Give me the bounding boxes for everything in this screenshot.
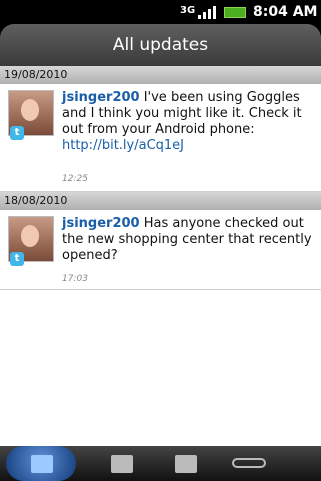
message-link[interactable]: http://bit.ly/aCq1eJ	[62, 138, 184, 153]
battery-icon	[224, 7, 246, 18]
list-item[interactable]: t jsinger200 Has anyone checked out the …	[0, 210, 321, 290]
photos-icon	[175, 455, 197, 473]
date-header: 18/08/2010	[0, 192, 321, 210]
username[interactable]: jsinger200	[62, 216, 140, 231]
update-text: jsinger200 Has anyone checked out the ne…	[62, 216, 312, 264]
updates-list[interactable]: 19/08/2010 t jsinger200 I've been using …	[0, 66, 321, 446]
link-icon	[232, 458, 266, 468]
tab-links[interactable]	[214, 446, 284, 481]
list-item[interactable]: t jsinger200 I've been using Goggles and…	[0, 84, 321, 192]
title-bar: All updates	[0, 24, 321, 66]
twitter-icon: t	[10, 126, 24, 140]
clock: 8:04 AM	[253, 4, 318, 20]
twitter-icon: t	[10, 252, 24, 266]
tab-people[interactable]	[6, 446, 76, 481]
status-bar: 3G 8:04 AM	[0, 0, 321, 24]
people-icon	[31, 455, 53, 473]
username[interactable]: jsinger200	[62, 90, 140, 105]
date-header: 19/08/2010	[0, 66, 321, 84]
timestamp: 12:25	[62, 174, 88, 184]
page-title: All updates	[112, 35, 209, 55]
bottom-tabbar	[0, 446, 321, 481]
compose-icon	[111, 455, 133, 473]
update-text: jsinger200 I've been using Goggles and I…	[62, 90, 312, 154]
signal-icon	[198, 6, 216, 19]
tab-photos[interactable]	[150, 446, 220, 481]
network-type: 3G	[180, 5, 196, 16]
timestamp: 17:03	[62, 274, 88, 284]
tab-compose[interactable]	[86, 446, 156, 481]
